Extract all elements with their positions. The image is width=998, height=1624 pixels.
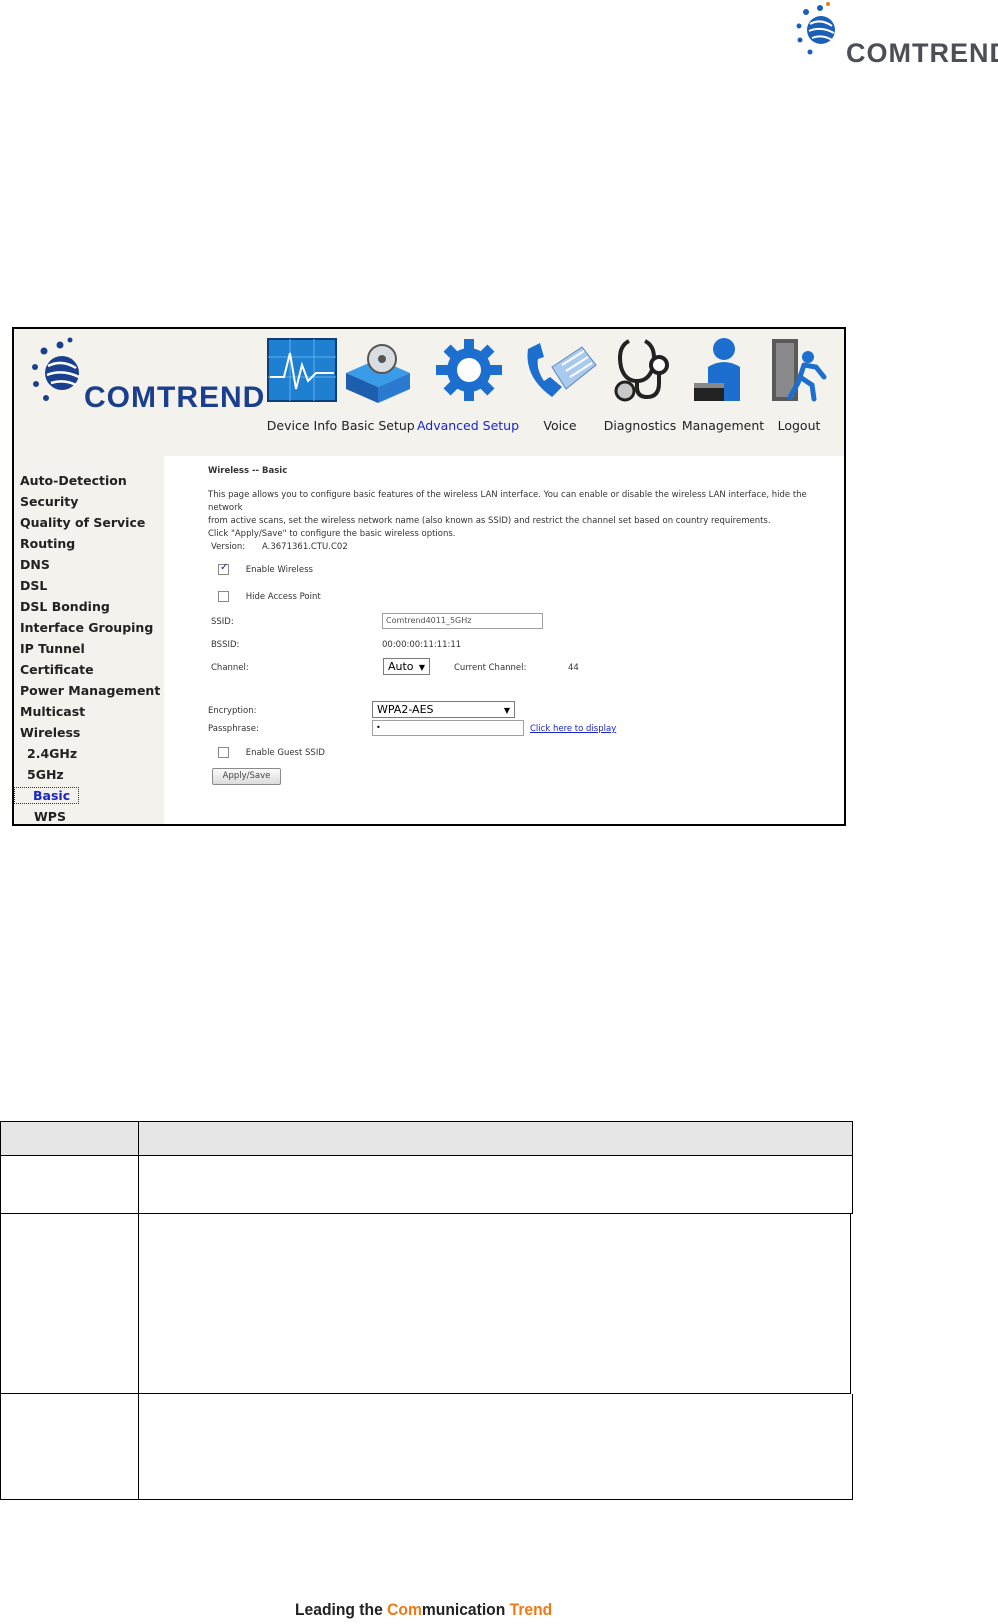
nav-label: Logout xyxy=(777,418,821,433)
footer-part: Trend xyxy=(509,1600,553,1619)
page-description: This page allows you to configure basic … xyxy=(208,489,833,541)
frame-logo: COMTREND xyxy=(24,335,269,415)
sidebar-item-interface-grouping[interactable]: Interface Grouping xyxy=(14,617,164,638)
page-logo-text: COMTREND xyxy=(846,38,998,68)
nav-advanced-setup[interactable]: Advanced Setup xyxy=(416,333,520,441)
hide-access-point-label: Hide Access Point xyxy=(245,592,321,602)
version-label: Version: xyxy=(211,542,246,552)
sidebar-item-multicast[interactable]: Multicast xyxy=(14,701,164,722)
current-channel-value: 44 xyxy=(568,663,579,673)
current-channel-label: Current Channel: xyxy=(454,663,527,673)
show-passphrase-link[interactable]: Click here to display xyxy=(530,724,616,734)
router-ui-screenshot: COMTREND Device Info Basic Setup Advance… xyxy=(12,327,846,826)
sidebar-item-5ghz[interactable]: 5GHz xyxy=(14,764,164,785)
page-title: Wireless -- Basic xyxy=(208,466,288,476)
nav-label: Voice xyxy=(543,418,577,433)
basic-setup-box-icon xyxy=(346,344,410,403)
apply-save-button[interactable]: Apply/Save xyxy=(212,768,281,785)
sidebar-item-routing[interactable]: Routing xyxy=(14,533,164,554)
enable-guest-ssid-checkbox[interactable] xyxy=(218,747,229,758)
sidebar-item-dsl[interactable]: DSL xyxy=(14,575,164,596)
sidebar-item-label: Basic xyxy=(14,787,80,804)
channel-label: Channel: xyxy=(211,663,249,673)
sidebar-item-dns[interactable]: DNS xyxy=(14,554,164,575)
table-column-divider xyxy=(138,1121,139,1500)
enable-wireless-row: Enable Wireless xyxy=(218,562,313,575)
diagnostics-stethoscope-icon xyxy=(614,339,669,402)
sidebar-item-basic[interactable]: Basic xyxy=(14,785,164,806)
sidebar-item-wireless[interactable]: Wireless xyxy=(14,722,164,743)
passphrase-input[interactable]: • xyxy=(372,720,524,736)
nav-logout[interactable]: Logout xyxy=(766,333,832,441)
hide-access-point-row: Hide Access Point xyxy=(218,591,321,602)
main-content: Wireless -- Basic This page allows you t… xyxy=(164,456,844,824)
chevron-down-icon: ▼ xyxy=(418,663,425,672)
guest-ssid-row: Enable Guest SSID xyxy=(218,747,325,758)
table-row xyxy=(0,1394,853,1500)
sidebar-item-certificate[interactable]: Certificate xyxy=(14,659,164,680)
sidebar-item-security[interactable]: Security xyxy=(14,491,164,512)
nav-basic-setup[interactable]: Basic Setup xyxy=(340,333,416,441)
nav-diagnostics[interactable]: Diagnostics xyxy=(600,333,680,441)
hide-access-point-checkbox[interactable] xyxy=(218,591,229,602)
nav-voice[interactable]: Voice xyxy=(520,333,600,441)
description-line: This page allows you to configure basic … xyxy=(208,490,807,513)
encryption-label: Encryption: xyxy=(208,706,257,716)
sidebar-item-auto-detection[interactable]: Auto-Detection xyxy=(14,470,164,491)
footer-tagline: Leading the Communication Trend xyxy=(295,1600,552,1620)
device-info-monitor-icon xyxy=(267,338,337,402)
sidebar-item-power-management[interactable]: Power Management xyxy=(14,680,164,701)
ssid-input[interactable]: Comtrend4011_5GHz xyxy=(382,613,543,629)
logout-exit-icon xyxy=(772,339,827,402)
enable-wireless-label: Enable Wireless xyxy=(245,565,313,575)
nav-label: Basic Setup xyxy=(341,418,415,433)
footer-part: Leading the xyxy=(295,1600,388,1619)
table-row xyxy=(0,1156,853,1214)
parameter-table xyxy=(0,1121,853,1500)
page-logo: COMTREND xyxy=(788,0,998,70)
voice-phone-icon xyxy=(527,343,597,397)
nav-label: Device Info xyxy=(266,418,338,433)
encryption-select[interactable]: WPA2-AES ▼ xyxy=(372,701,515,718)
footer-part: munication xyxy=(421,1600,510,1619)
management-person-icon xyxy=(694,338,740,401)
comtrend-globe-icon xyxy=(32,337,80,401)
sidebar-item-quality-of-service[interactable]: Quality of Service xyxy=(14,512,164,533)
table-header-row xyxy=(0,1121,853,1156)
table-row xyxy=(0,1214,851,1394)
sidebar-item-2-4ghz[interactable]: 2.4GHz xyxy=(14,743,164,764)
nav-label: Diagnostics xyxy=(603,418,677,433)
sidebar-item-dsl-bonding[interactable]: DSL Bonding xyxy=(14,596,164,617)
advanced-setup-gear-icon xyxy=(436,339,502,401)
nav-device-info[interactable]: Device Info xyxy=(264,333,340,441)
version-value: A.3671361.CTU.C02 xyxy=(262,542,348,552)
ssid-label: SSID: xyxy=(211,617,234,627)
frame-logo-text: COMTREND xyxy=(84,381,266,414)
chevron-down-icon: ▼ xyxy=(503,706,510,715)
passphrase-label: Passphrase: xyxy=(208,724,259,734)
sidebar-item-ip-tunnel[interactable]: IP Tunnel xyxy=(14,638,164,659)
enable-guest-ssid-label: Enable Guest SSID xyxy=(245,748,325,758)
nav-management[interactable]: Management xyxy=(680,333,766,441)
bssid-label: BSSID: xyxy=(211,640,240,650)
description-line: Click "Apply/Save" to configure the basi… xyxy=(208,529,456,539)
nav-label: Advanced Setup xyxy=(416,418,520,433)
description-line: from active scans, set the wireless netw… xyxy=(208,516,771,526)
comtrend-globe-icon xyxy=(796,2,835,55)
sidebar-item-wps[interactable]: WPS xyxy=(14,806,164,824)
channel-value: Auto xyxy=(388,660,414,673)
top-navigation: Device Info Basic Setup Advanced Setup V… xyxy=(264,333,834,441)
sidebar-menu: Auto-Detection Security Quality of Servi… xyxy=(14,456,164,824)
enable-wireless-checkbox[interactable] xyxy=(218,562,229,575)
bssid-value: 00:00:00:11:11:11 xyxy=(382,640,462,650)
channel-select[interactable]: Auto ▼ xyxy=(383,658,430,675)
footer-part: Com xyxy=(387,1600,422,1619)
nav-label: Management xyxy=(681,418,765,433)
encryption-value: WPA2-AES xyxy=(377,703,434,716)
